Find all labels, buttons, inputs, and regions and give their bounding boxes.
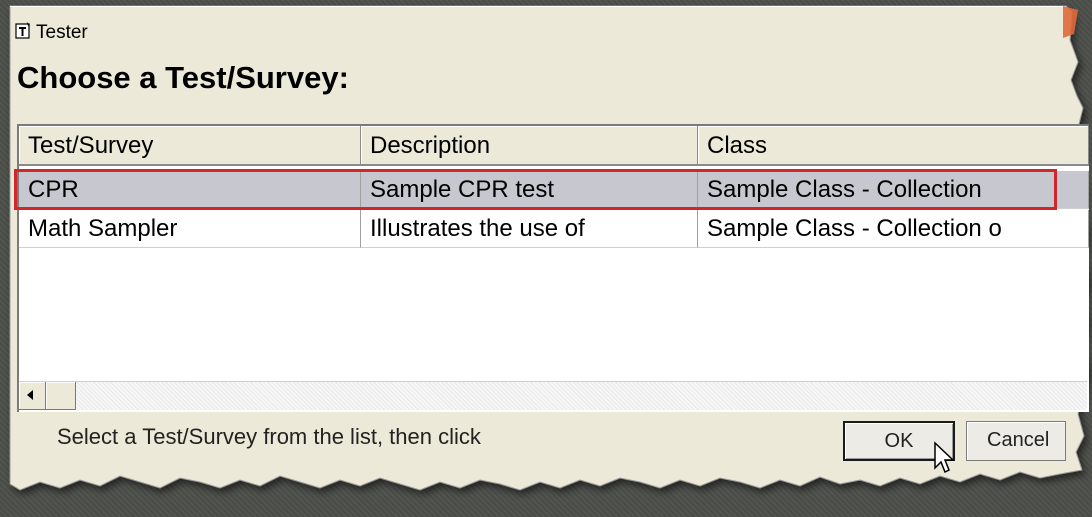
- test-survey-list[interactable]: Test/Survey Description Class CPR Sample…: [17, 124, 1089, 412]
- window-title: Tester: [36, 22, 88, 43]
- cell-description: Illustrates the use of: [361, 210, 698, 248]
- cell-class: Sample Class - Collection o: [698, 210, 1089, 248]
- horizontal-scrollbar[interactable]: [19, 381, 1087, 410]
- status-text: Select a Test/Survey from the list, then…: [57, 424, 481, 449]
- scrollbar-thumb[interactable]: [46, 382, 76, 410]
- mouse-pointer-icon: [934, 441, 955, 474]
- tester-app-icon: [15, 22, 30, 39]
- cell-test-survey: Math Sampler: [19, 210, 361, 248]
- page-title: Choose a Test/Survey:: [17, 60, 349, 95]
- cancel-button[interactable]: Cancel: [966, 421, 1066, 461]
- selection-highlight: [14, 169, 1057, 210]
- column-header-class[interactable]: Class: [698, 126, 1089, 166]
- column-header-test-survey[interactable]: Test/Survey: [19, 126, 361, 166]
- list-header: Test/Survey Description Class: [19, 126, 1089, 170]
- arrow-left-icon: [27, 390, 33, 400]
- tester-dialog: Tester Choose a Test/Survey: Test/Survey…: [0, 0, 1092, 517]
- column-header-description[interactable]: Description: [361, 126, 698, 166]
- scroll-left-button[interactable]: [19, 382, 46, 410]
- table-row-math-sampler[interactable]: Math Sampler Illustrates the use of Samp…: [19, 210, 1089, 248]
